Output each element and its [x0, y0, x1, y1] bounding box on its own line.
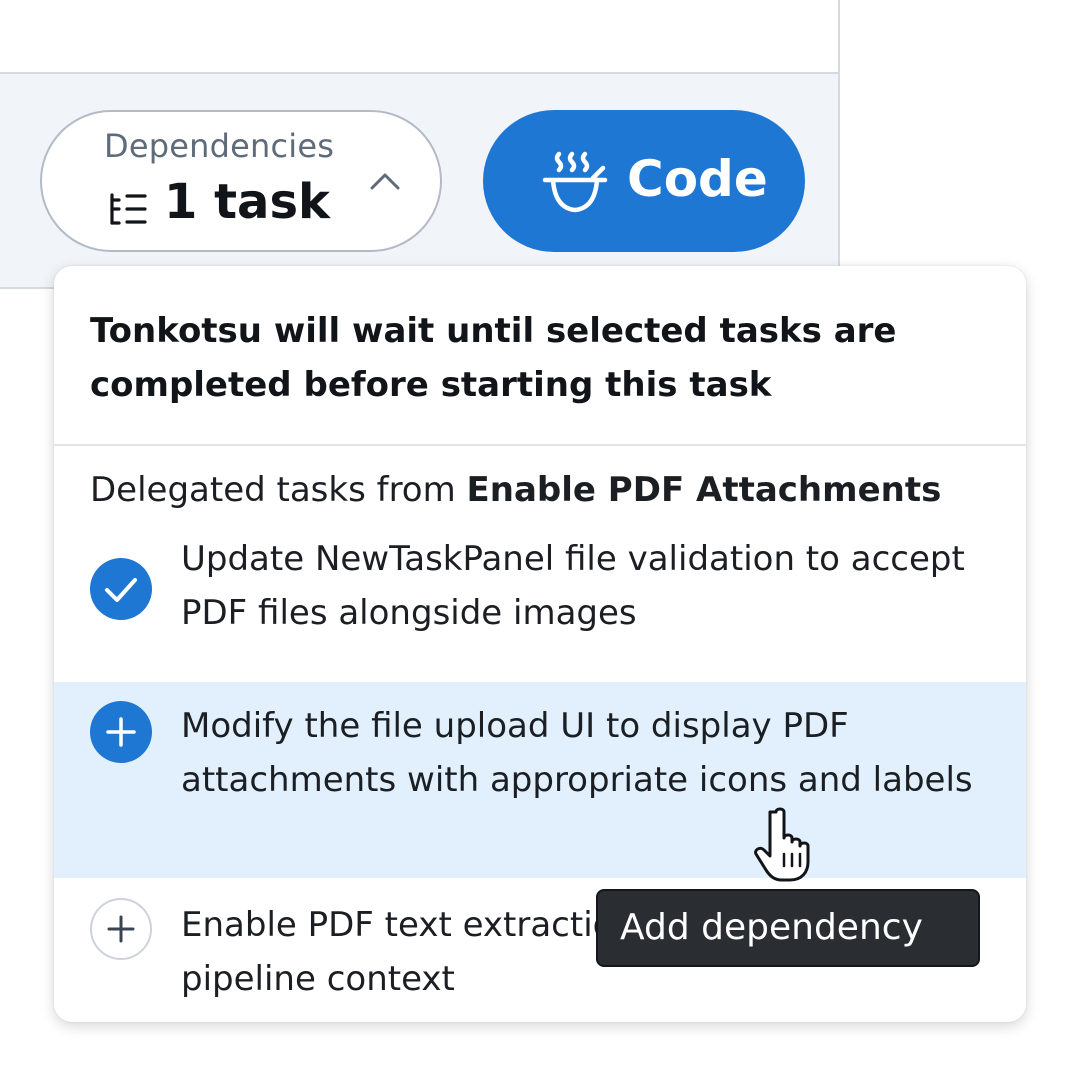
check-icon — [105, 578, 137, 602]
dependencies-count: 1 task — [164, 174, 330, 230]
delegated-tasks-heading: Delegated tasks from Enable PDF Attachme… — [90, 470, 941, 510]
dependencies-label: Dependencies — [104, 127, 335, 165]
popover-description: Tonkotsu will wait until selected tasks … — [90, 311, 897, 405]
section-prefix: Delegated tasks from — [90, 470, 467, 510]
panel-content-area — [0, 0, 838, 74]
ramen-bowl-icon — [542, 151, 608, 213]
plus-icon — [107, 915, 135, 943]
task-row-hovered[interactable]: Modify the file upload UI to display PDF… — [54, 682, 1026, 878]
chevron-up-icon — [370, 173, 400, 190]
section-source-task: Enable PDF Attachments — [466, 470, 942, 510]
plus-icon — [106, 717, 136, 747]
screen: Dependencies 1 task Code Tonkotsu will w… — [0, 0, 1080, 1080]
popover-header: Tonkotsu will wait until selected tasks … — [54, 266, 1026, 446]
task-row-selected[interactable]: Update NewTaskPanel file validation to a… — [54, 539, 1026, 682]
list-tree-icon — [110, 193, 147, 225]
task-title: Modify the file upload UI to display PDF… — [181, 706, 973, 800]
hand-pointer-icon — [754, 807, 810, 882]
add-dependency-toggle[interactable] — [90, 898, 152, 960]
add-dependency-toggle[interactable] — [90, 701, 152, 763]
task-title: Update NewTaskPanel file validation to a… — [181, 539, 965, 633]
add-dependency-tooltip: Add dependency — [596, 889, 980, 967]
task-selected-toggle[interactable] — [90, 558, 152, 620]
code-button[interactable]: Code — [483, 110, 805, 252]
dependencies-dropdown-button[interactable]: Dependencies 1 task — [40, 110, 442, 252]
code-button-label: Code — [627, 150, 768, 208]
